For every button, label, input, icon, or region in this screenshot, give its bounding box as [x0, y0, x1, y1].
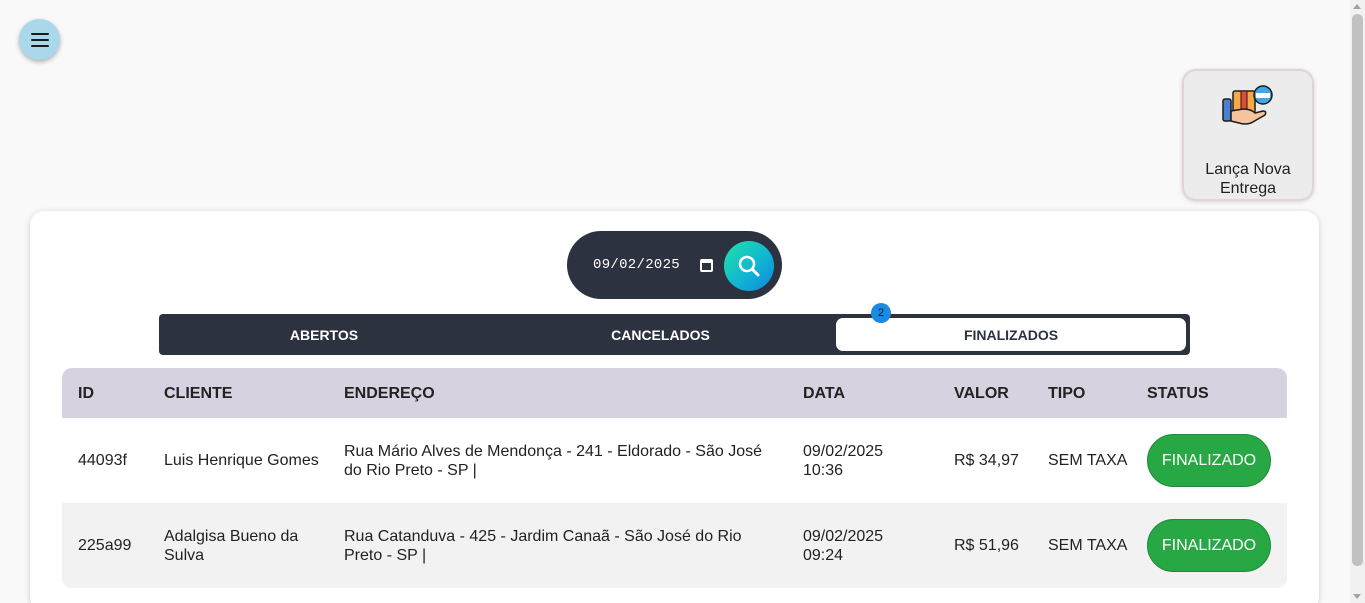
cell-valor: R$ 34,97 [954, 452, 1019, 469]
status-finalizado-button[interactable]: FINALIZADO [1147, 519, 1271, 572]
tab-cancelados[interactable]: CANCELADOS [489, 318, 832, 351]
header-endereco: ENDEREÇO [344, 385, 435, 402]
cell-tipo: SEM TAXA [1048, 452, 1128, 469]
cell-id: 44093f [78, 452, 127, 469]
cell-endereco: Rua Catanduva - 425 - Jardim Canaã - São… [344, 527, 742, 564]
scroll-up-icon[interactable] [1353, 4, 1361, 9]
header-cliente: CLIENTE [164, 385, 233, 402]
scrollbar-thumb[interactable] [1352, 14, 1363, 566]
table-row: 225a99 Adalgisa Bueno da Sulva Rua Catan… [62, 503, 1287, 588]
calendar-icon[interactable] [700, 259, 713, 272]
vertical-scrollbar[interactable] [1350, 0, 1365, 603]
date-search-bar: 09/02/2025 [567, 231, 782, 299]
tab-finalizados[interactable]: FINALIZADOS [836, 318, 1186, 351]
new-delivery-button[interactable]: Lança Nova Entrega [1182, 69, 1314, 201]
table-row: 44093f Luis Henrique Gomes Rua Mário Alv… [62, 418, 1287, 503]
header-id: ID [78, 385, 94, 402]
hamburger-menu-icon [30, 32, 49, 47]
cell-endereco: Rua Mário Alves de Mendonça - 241 - Eldo… [344, 442, 763, 479]
menu-button[interactable] [19, 19, 60, 60]
cell-valor: R$ 51,96 [954, 537, 1019, 554]
cell-status: FINALIZADO [1147, 503, 1277, 588]
cell-cliente: Adalgisa Bueno da Sulva [164, 527, 299, 564]
cell-data: 09/02/2025 10:36 [803, 442, 884, 479]
search-button[interactable] [724, 241, 774, 291]
header-valor: VALOR [954, 385, 1009, 402]
cell-status: FINALIZADO [1147, 418, 1277, 503]
search-icon [738, 255, 760, 277]
new-delivery-package-icon [1222, 85, 1273, 125]
status-tabs: ABERTOS CANCELADOS FINALIZADOS [159, 314, 1190, 355]
status-finalizado-button[interactable]: FINALIZADO [1147, 434, 1271, 487]
scroll-down-icon[interactable] [1353, 594, 1361, 599]
cell-data: 09/02/2025 09:24 [803, 527, 884, 564]
header-status: STATUS [1147, 385, 1209, 402]
tab-abertos[interactable]: ABERTOS [159, 318, 489, 351]
cell-cliente: Luis Henrique Gomes [164, 452, 319, 469]
deliveries-table: ID CLIENTE ENDEREÇO DATA VALOR TIPO STAT… [62, 368, 1287, 588]
cell-id: 225a99 [78, 537, 132, 554]
finalizados-count-badge: 2 [871, 303, 891, 323]
deliveries-panel: 09/02/2025 2 ABERTOS CANCELADOS FINALIZA… [30, 211, 1319, 603]
cell-tipo: SEM TAXA [1048, 537, 1128, 554]
header-tipo: TIPO [1048, 385, 1086, 402]
new-delivery-label: Lança Nova Entrega [1205, 161, 1291, 197]
table-header: ID CLIENTE ENDEREÇO DATA VALOR TIPO STAT… [62, 368, 1287, 418]
header-data: DATA [803, 385, 846, 402]
date-input[interactable]: 09/02/2025 [593, 257, 680, 273]
